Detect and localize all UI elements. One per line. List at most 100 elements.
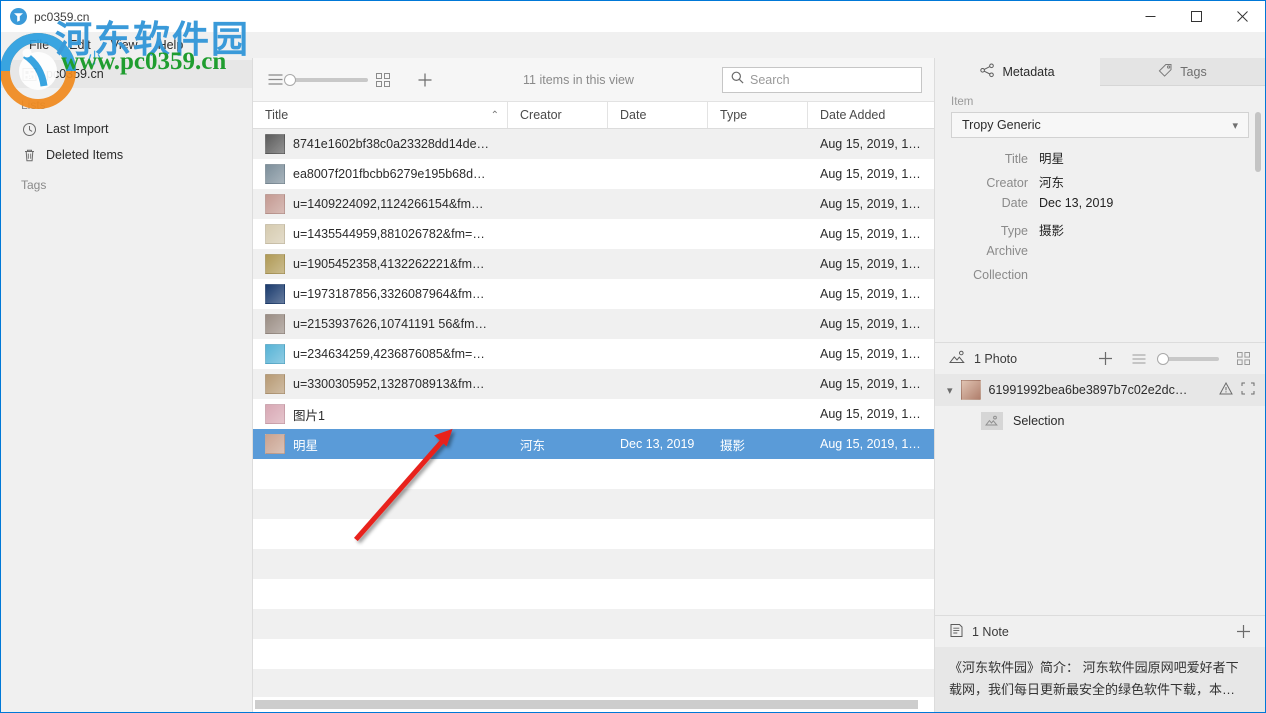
photos-size-slider[interactable] (1163, 357, 1219, 361)
search-box[interactable] (722, 67, 922, 93)
note-icon (949, 623, 964, 641)
menu-view[interactable]: View (103, 35, 146, 55)
table-row-empty (253, 639, 934, 669)
item-title-text: 8741e1602bf38c0a23328dd14de… (293, 137, 489, 151)
table-row[interactable]: 图片1Aug 15, 2019, 10:52 (253, 399, 934, 429)
table-row[interactable]: u=1409224092,1124266154&fm…Aug 15, 2019,… (253, 189, 934, 219)
metadata-field-value[interactable]: 摄影 (1039, 220, 1064, 239)
photos-list-view-icon[interactable] (1129, 349, 1149, 369)
column-header-date[interactable]: Date (608, 102, 708, 128)
selection-icon[interactable] (1241, 382, 1255, 398)
item-title-text: u=234634259,4236876085&fm=… (293, 347, 485, 361)
notes-count-label: 1 Note (972, 625, 1009, 639)
photos-panel-header: 1 Photo (935, 342, 1265, 374)
grid-view-icon[interactable] (373, 70, 393, 90)
photos-count-label: 1 Photo (974, 352, 1017, 366)
metadata-field-value[interactable]: Dec 13, 2019 (1039, 196, 1113, 210)
table-cell-date-added: Aug 15, 2019, 10:52 (808, 377, 934, 391)
metadata-field[interactable]: Title明星 (951, 148, 1249, 172)
add-note-button[interactable] (1233, 622, 1253, 642)
item-thumbnail (265, 284, 285, 304)
item-thumbnail (265, 404, 285, 424)
sidebar-item-label: Last Import (46, 122, 109, 136)
metadata-field[interactable]: Type摄影 (951, 220, 1249, 244)
photos-slider-handle[interactable] (1157, 353, 1169, 365)
tab-tags[interactable]: Tags (1100, 58, 1265, 86)
search-input[interactable] (750, 73, 913, 87)
slider-track[interactable] (290, 78, 368, 82)
table-row[interactable]: u=1905452358,4132262221&fm…Aug 15, 2019,… (253, 249, 934, 279)
menu-help[interactable]: Help (150, 35, 192, 55)
table-cell-date-added: Aug 15, 2019, 10:52 (808, 137, 934, 151)
photo-selection-item[interactable]: Selection (935, 406, 1265, 436)
column-header-title[interactable]: Title ⌃ (253, 102, 508, 128)
item-detail-pane: Metadata Tags Item Tropy Generic (935, 58, 1265, 712)
item-title-text: u=1905452358,4132262221&fm… (293, 257, 485, 271)
menu-edit[interactable]: Edit (61, 35, 99, 55)
metadata-field-value[interactable]: 明星 (1039, 148, 1064, 167)
sidebar-project-row[interactable]: pc0359.cn (1, 60, 252, 88)
table-cell-title: u=234634259,4236876085&fm=… (253, 344, 508, 364)
table-row[interactable]: 8741e1602bf38c0a23328dd14de… Aug 15, 2019… (253, 129, 934, 159)
table-cell-date-added: Aug 15, 2019, 10:52 (808, 197, 934, 211)
list-view-icon[interactable] (265, 70, 285, 90)
sidebar-item-deleted-items[interactable]: Deleted Items (1, 142, 252, 168)
chevron-down-icon[interactable]: ▾ (947, 384, 953, 397)
item-thumbnail (265, 164, 285, 184)
item-thumbnail (265, 134, 285, 154)
minimize-button[interactable] (1127, 1, 1173, 32)
metadata-vertical-scrollbar[interactable] (1255, 112, 1261, 172)
window-title: pc0359.cn (34, 10, 89, 24)
warning-icon[interactable] (1219, 382, 1233, 398)
metadata-field[interactable]: Archive (951, 244, 1249, 268)
metadata-field-value[interactable]: 河东 (1039, 172, 1064, 191)
photo-icon (949, 350, 966, 368)
column-header-type[interactable]: Type (708, 102, 808, 128)
item-list-pane: 11 items in this view Title ⌃ Cr (252, 58, 935, 712)
tab-metadata[interactable]: Metadata (935, 58, 1100, 86)
close-button[interactable] (1219, 1, 1265, 32)
column-header-date-added[interactable]: Date Added (808, 102, 934, 128)
table-row[interactable]: u=1435544959,881026782&fm=…Aug 15, 2019,… (253, 219, 934, 249)
photo-list-item[interactable]: ▾ 61991992bea6be3897b7c02e2dc… (935, 374, 1265, 406)
table-row[interactable]: 明星河东Dec 13, 2019摄影Aug 15, 2019, 10:52 (253, 429, 934, 459)
photo-icon (981, 412, 1003, 430)
sidebar-item-last-import[interactable]: Last Import (1, 116, 252, 142)
horizontal-scrollbar[interactable] (253, 697, 934, 712)
maximize-button[interactable] (1173, 1, 1219, 32)
column-header-creator[interactable]: Creator (508, 102, 608, 128)
table-row[interactable]: u=3300305952,1328708913&fm…Aug 15, 2019,… (253, 369, 934, 399)
toolbar-left-group (265, 70, 435, 90)
item-type-label: Item (951, 96, 1249, 108)
table-row-empty (253, 549, 934, 579)
item-template-select[interactable]: Tropy Generic ▾ (951, 112, 1249, 138)
tag-icon (1158, 63, 1173, 81)
item-thumbnail (265, 194, 285, 214)
table-row[interactable]: u=2153937626,10741191 56&fm…Aug 15, 2019… (253, 309, 934, 339)
photos-grid-view-icon[interactable] (1233, 349, 1253, 369)
metadata-field-list: Title明星Creator河东DateDec 13, 2019Type摄影Ar… (951, 148, 1249, 292)
window-controls (1127, 1, 1265, 32)
metadata-field[interactable]: DateDec 13, 2019 (951, 196, 1249, 220)
table-cell-date: Dec 13, 2019 (608, 437, 708, 451)
table-row[interactable]: ea8007f201fbcbb6279e195b68d…Aug 15, 2019… (253, 159, 934, 189)
add-item-button[interactable] (415, 70, 435, 90)
metadata-field[interactable]: Creator河东 (951, 172, 1249, 196)
horizontal-scrollbar-thumb[interactable] (255, 700, 918, 709)
photos-slider-track[interactable] (1163, 357, 1219, 361)
clock-icon (21, 121, 37, 137)
table-row[interactable]: u=1973187856,3326087964&fm…Aug 15, 2019,… (253, 279, 934, 309)
menu-file[interactable]: File (21, 35, 57, 55)
note-list-item[interactable]: 《河东软件园》简介： 河东软件园原网吧爱好者下载网，我们每日更新最安全的绿色软件… (935, 647, 1265, 712)
view-size-slider[interactable] (265, 70, 393, 90)
trash-icon (21, 147, 37, 163)
sidebar-project-label: pc0359.cn (46, 67, 104, 81)
slider-handle[interactable] (284, 74, 296, 86)
notes-panel-header: 1 Note (935, 615, 1265, 647)
item-table-body: 8741e1602bf38c0a23328dd14de… Aug 15, 2019… (253, 129, 934, 697)
tab-label: Tags (1180, 65, 1206, 79)
item-thumbnail (265, 344, 285, 364)
metadata-field[interactable]: Collection (951, 268, 1249, 292)
table-row[interactable]: u=234634259,4236876085&fm=…Aug 15, 2019,… (253, 339, 934, 369)
add-photo-button[interactable] (1095, 349, 1115, 369)
